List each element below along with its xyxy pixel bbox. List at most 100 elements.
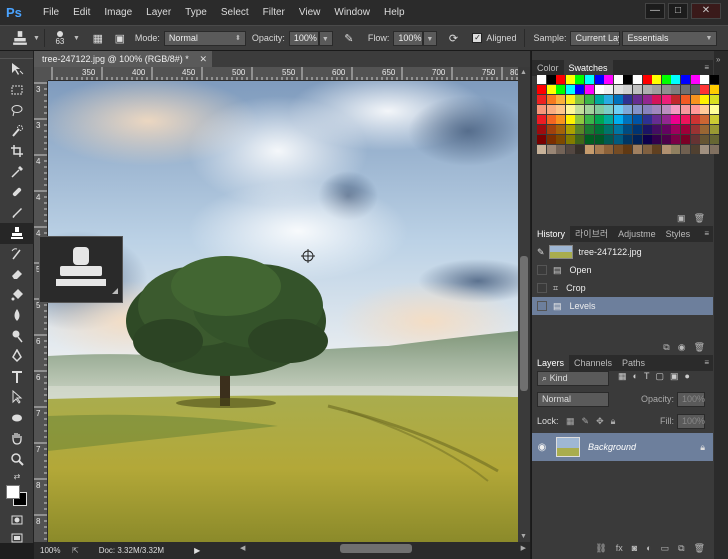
swatch[interactable] xyxy=(613,145,623,154)
swatch[interactable] xyxy=(537,95,546,104)
tab-layers[interactable]: Layers xyxy=(532,355,570,371)
close-tab-icon[interactable]: ✕ xyxy=(199,51,207,67)
swatch[interactable] xyxy=(671,95,681,104)
swatch[interactable] xyxy=(565,105,575,114)
swatch[interactable] xyxy=(594,115,604,124)
move-tool-icon[interactable] xyxy=(0,59,34,80)
swatch[interactable] xyxy=(556,95,566,104)
close-button[interactable]: ✕ xyxy=(691,3,721,19)
tab-libraries[interactable]: 라이브러 xyxy=(570,226,613,242)
shape-filter-icon[interactable]: ▢ xyxy=(655,371,664,382)
status-menu-arrow-icon[interactable]: ▶ xyxy=(194,546,200,555)
swatch[interactable] xyxy=(709,85,719,94)
swatch[interactable] xyxy=(556,125,566,134)
horizontal-scroll-thumb[interactable] xyxy=(340,544,412,553)
swatch[interactable] xyxy=(681,145,690,154)
swatch[interactable] xyxy=(604,145,614,154)
swatch[interactable] xyxy=(594,125,604,134)
vertical-scroll-thumb[interactable] xyxy=(520,256,528,391)
swatch[interactable] xyxy=(661,75,671,84)
swatch[interactable] xyxy=(652,85,662,94)
swatch[interactable] xyxy=(690,85,700,94)
swatch[interactable] xyxy=(623,145,633,154)
swatch[interactable] xyxy=(623,135,633,144)
vertical-ruler[interactable]: 3 3 4 4 4 5 5 6 6 7 7 8 8 xyxy=(34,81,48,542)
swatch[interactable] xyxy=(546,95,556,104)
sample-select[interactable]: Current Lay xyxy=(570,30,621,46)
panel-menu-icon[interactable]: ≡ xyxy=(704,358,709,367)
swatch[interactable] xyxy=(661,125,671,134)
flow-dropdown-button[interactable]: ▼ xyxy=(423,30,438,46)
swatch[interactable] xyxy=(546,115,556,124)
pressure-opacity-icon[interactable]: ✎ xyxy=(341,30,357,46)
swatch[interactable] xyxy=(661,105,671,114)
brush-tool-icon[interactable] xyxy=(0,203,34,224)
swatch[interactable] xyxy=(661,85,671,94)
link-layers-icon[interactable]: ⛓ xyxy=(595,543,606,554)
add-mask-icon[interactable]: ◙ xyxy=(632,543,637,553)
blend-mode-select[interactable]: Normal xyxy=(537,392,609,407)
tab-paths[interactable]: Paths xyxy=(617,355,650,371)
scroll-left-icon[interactable]: ◀ xyxy=(240,544,245,552)
airbrush-icon[interactable]: ⟳ xyxy=(445,30,461,46)
clone-stamp-preset-icon[interactable] xyxy=(12,30,28,46)
smart-object-filter-icon[interactable]: ▣ xyxy=(670,371,679,382)
swatch[interactable] xyxy=(681,95,690,104)
swatch[interactable] xyxy=(671,105,681,114)
maximize-button[interactable]: □ xyxy=(668,3,688,19)
swatch[interactable] xyxy=(585,145,594,154)
swatch[interactable] xyxy=(556,75,566,84)
scroll-down-icon[interactable]: ▼ xyxy=(520,533,527,540)
swatch[interactable] xyxy=(681,75,690,84)
swatch[interactable] xyxy=(681,85,690,94)
swatch[interactable] xyxy=(633,85,642,94)
eraser-tool-icon[interactable] xyxy=(0,264,34,285)
swatch[interactable] xyxy=(709,95,719,104)
swatch[interactable] xyxy=(585,75,594,84)
swatch[interactable] xyxy=(575,135,585,144)
adjustment-filter-icon[interactable]: ◐ xyxy=(633,371,638,382)
toggle-clone-source-icon[interactable]: ▣ xyxy=(112,30,128,46)
history-brush-tool-icon[interactable] xyxy=(0,244,34,265)
swatch[interactable] xyxy=(537,115,546,124)
swatch[interactable] xyxy=(633,115,642,124)
swatch[interactable] xyxy=(613,85,623,94)
delete-icon[interactable]: 🗑 xyxy=(694,543,705,554)
swatch[interactable] xyxy=(633,135,642,144)
swatch[interactable] xyxy=(565,115,575,124)
scroll-right-icon[interactable]: ▶ xyxy=(521,544,526,552)
swatch[interactable] xyxy=(700,95,710,104)
delete-icon[interactable]: 🗑 xyxy=(694,342,705,353)
swatch[interactable] xyxy=(575,85,585,94)
panel-menu-icon[interactable]: ≡ xyxy=(704,63,709,72)
zoom-tool-icon[interactable] xyxy=(0,449,34,470)
quick-selection-tool-icon[interactable] xyxy=(0,121,34,142)
swatch[interactable] xyxy=(585,85,594,94)
new-layer-icon[interactable]: ⧉ xyxy=(678,543,684,554)
swatch[interactable] xyxy=(642,125,652,134)
swatch[interactable] xyxy=(585,115,594,124)
tab-color[interactable]: Color xyxy=(532,60,564,76)
swatch[interactable] xyxy=(604,105,614,114)
document-canvas[interactable] xyxy=(48,81,518,542)
swatch[interactable] xyxy=(700,105,710,114)
swatch[interactable] xyxy=(690,95,700,104)
swatch[interactable] xyxy=(575,145,585,154)
scroll-up-icon[interactable]: ▲ xyxy=(520,69,527,76)
swatch[interactable] xyxy=(613,135,623,144)
layer-style-icon[interactable]: fx xyxy=(616,543,623,553)
swatch[interactable] xyxy=(537,85,546,94)
tab-adjustments[interactable]: Adjustme xyxy=(613,226,661,242)
swatch[interactable] xyxy=(671,145,681,154)
history-state-levels[interactable]: ▤ Levels xyxy=(532,297,713,315)
pen-tool-icon[interactable] xyxy=(0,346,34,367)
swatch[interactable] xyxy=(671,75,681,84)
swatch[interactable] xyxy=(652,95,662,104)
adjustment-layer-icon[interactable]: ◐ xyxy=(646,543,651,553)
lock-transparent-icon[interactable]: ▦ xyxy=(566,416,575,427)
swatch[interactable] xyxy=(556,105,566,114)
swatch[interactable] xyxy=(633,75,642,84)
history-state-open[interactable]: ▤ Open xyxy=(532,261,713,279)
swatch[interactable] xyxy=(575,105,585,114)
swatch[interactable] xyxy=(604,85,614,94)
